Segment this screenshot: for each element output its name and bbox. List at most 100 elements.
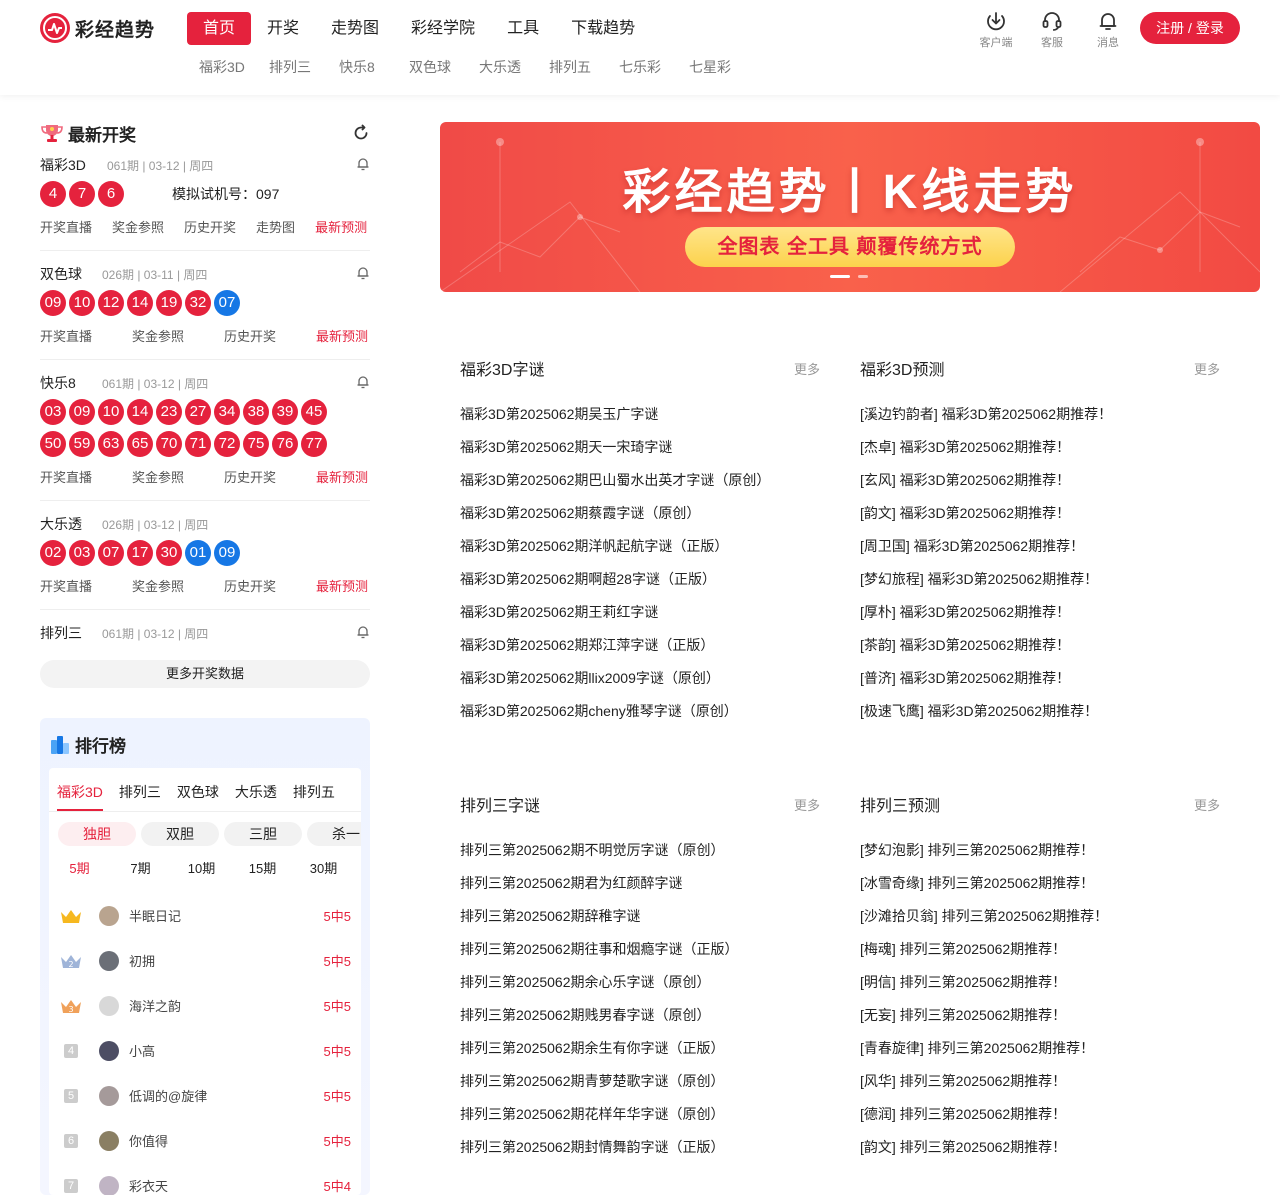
article-link[interactable]: 福彩3D第2025062期cheny雅琴字谜（原创） <box>460 695 820 728</box>
pill-kill-one[interactable]: 杀一 <box>307 822 361 846</box>
nav-trend[interactable]: 走势图 <box>315 12 395 45</box>
link-trend[interactable]: 走势图 <box>256 217 295 236</box>
login-button[interactable]: 注册 / 登录 <box>1140 12 1240 44</box>
article-link[interactable]: 排列三第2025062期往事和烟瘾字谜（正版） <box>460 933 820 966</box>
messages[interactable]: 消息 <box>1080 10 1136 50</box>
link-forecast[interactable]: 最新预测 <box>316 326 368 345</box>
link-history[interactable]: 历史开奖 <box>184 217 236 236</box>
link-history[interactable]: 历史开奖 <box>224 326 276 345</box>
rank-tab-ssq[interactable]: 双色球 <box>177 768 219 811</box>
more-link[interactable]: 更多 <box>794 359 820 378</box>
link-history[interactable]: 历史开奖 <box>224 467 276 486</box>
rank-tab-dlt[interactable]: 大乐透 <box>235 768 277 811</box>
article-link[interactable]: 排列三第2025062期余心乐字谜（原创） <box>460 966 820 999</box>
article-link[interactable]: [韵文] 排列三第2025062期推荐！ <box>860 1131 1220 1164</box>
lottery-name[interactable]: 双色球 <box>40 264 102 284</box>
carousel-dot[interactable] <box>858 275 868 278</box>
nav-tools[interactable]: 工具 <box>491 12 555 45</box>
article-link[interactable]: 排列三第2025062期贱男春字谜（原创） <box>460 999 820 1032</box>
period-7[interactable]: 7期 <box>110 858 171 877</box>
nav-download[interactable]: 下载趋势 <box>555 12 651 45</box>
article-link[interactable]: 排列三第2025062期封情舞韵字谜（正版） <box>460 1131 820 1164</box>
subnav-kl8[interactable]: 快乐8 <box>339 57 409 77</box>
bell-icon[interactable] <box>356 374 370 390</box>
article-link[interactable]: [梦幻旅程] 福彩3D第2025062期推荐！ <box>860 563 1220 596</box>
article-link[interactable]: 排列三第2025062期不明觉厉字谜（原创） <box>460 834 820 867</box>
more-link[interactable]: 更多 <box>1194 795 1220 814</box>
nav-academy[interactable]: 彩经学院 <box>395 12 491 45</box>
article-link[interactable]: [德润] 排列三第2025062期推荐！ <box>860 1098 1220 1131</box>
refresh-icon[interactable] <box>352 124 370 142</box>
article-link[interactable]: 排列三第2025062期花样年华字谜（原创） <box>460 1098 820 1131</box>
rank-tab-fc3d[interactable]: 福彩3D <box>57 768 103 811</box>
rank-row[interactable]: 半眠日记 5中5 <box>49 893 361 938</box>
link-forecast[interactable]: 最新预测 <box>316 576 368 595</box>
pill-single[interactable]: 独胆 <box>58 822 136 846</box>
article-link[interactable]: 排列三第2025062期余生有你字谜（正版） <box>460 1032 820 1065</box>
subnav-dlt[interactable]: 大乐透 <box>479 57 549 77</box>
rank-row[interactable]: 2 初拥 5中5 <box>49 938 361 983</box>
article-link[interactable]: 排列三第2025062期君为红颜醉字谜 <box>460 867 820 900</box>
article-link[interactable]: [青春旋律] 排列三第2025062期推荐！ <box>860 1032 1220 1065</box>
bell-icon[interactable] <box>356 265 370 281</box>
article-link[interactable]: 福彩3D第2025062期洋帆起航字谜（正版） <box>460 530 820 563</box>
article-link[interactable]: [茶韵] 福彩3D第2025062期推荐！ <box>860 629 1220 662</box>
link-forecast[interactable]: 最新预测 <box>316 467 368 486</box>
pill-double[interactable]: 双胆 <box>141 822 219 846</box>
article-link[interactable]: [周卫国] 福彩3D第2025062期推荐！ <box>860 530 1220 563</box>
rank-row[interactable]: 3 海洋之韵 5中5 <box>49 983 361 1028</box>
more-link[interactable]: 更多 <box>794 795 820 814</box>
article-link[interactable]: [极速飞鹰] 福彩3D第2025062期推荐！ <box>860 695 1220 728</box>
customer-service[interactable]: 客服 <box>1024 10 1080 50</box>
link-live[interactable]: 开奖直播 <box>40 326 92 345</box>
link-prize[interactable]: 奖金参照 <box>132 576 184 595</box>
link-prize[interactable]: 奖金参照 <box>112 217 164 236</box>
article-link[interactable]: 福彩3D第2025062期王莉红字谜 <box>460 596 820 629</box>
bell-icon[interactable] <box>356 624 370 640</box>
link-live[interactable]: 开奖直播 <box>40 576 92 595</box>
more-link[interactable]: 更多 <box>1194 359 1220 378</box>
article-link[interactable]: [无妄] 排列三第2025062期推荐！ <box>860 999 1220 1032</box>
article-link[interactable]: [梦幻泡影] 排列三第2025062期推荐！ <box>860 834 1220 867</box>
subnav-pl3[interactable]: 排列三 <box>269 57 339 77</box>
subnav-qlc[interactable]: 七乐彩 <box>619 57 689 77</box>
rank-row[interactable]: 5 低调的@旋律 5中5 <box>49 1073 361 1118</box>
article-link[interactable]: [普济] 福彩3D第2025062期推荐！ <box>860 662 1220 695</box>
period-5[interactable]: 5期 <box>49 858 110 877</box>
period-15[interactable]: 15期 <box>232 858 293 877</box>
bell-icon[interactable] <box>356 156 370 172</box>
nav-draw[interactable]: 开奖 <box>251 12 315 45</box>
rank-row[interactable]: 6 你值得 5中5 <box>49 1118 361 1163</box>
client-download[interactable]: 客户端 <box>968 10 1024 50</box>
rank-tab-pl3[interactable]: 排列三 <box>119 768 161 811</box>
subnav-ssq[interactable]: 双色球 <box>409 57 479 77</box>
article-link[interactable]: 排列三第2025062期辞稚字谜 <box>460 900 820 933</box>
link-forecast[interactable]: 最新预测 <box>315 217 367 236</box>
article-link[interactable]: 福彩3D第2025062期郑江萍字谜（正版） <box>460 629 820 662</box>
link-prize[interactable]: 奖金参照 <box>132 467 184 486</box>
article-link[interactable]: [溪边钓韵者] 福彩3D第2025062期推荐！ <box>860 398 1220 431</box>
article-link[interactable]: [梅魂] 排列三第2025062期推荐！ <box>860 933 1220 966</box>
article-link[interactable]: [冰雪奇缘] 排列三第2025062期推荐！ <box>860 867 1220 900</box>
article-link[interactable]: [韵文] 福彩3D第2025062期推荐！ <box>860 497 1220 530</box>
article-link[interactable]: [沙滩拾贝翁] 排列三第2025062期推荐！ <box>860 900 1220 933</box>
subnav-qxc[interactable]: 七星彩 <box>689 57 759 77</box>
nav-home[interactable]: 首页 <box>187 12 252 45</box>
article-link[interactable]: 福彩3D第2025062期巴山蜀水出英才字谜（原创） <box>460 464 820 497</box>
link-prize[interactable]: 奖金参照 <box>132 326 184 345</box>
pill-triple[interactable]: 三胆 <box>224 822 302 846</box>
link-live[interactable]: 开奖直播 <box>40 217 92 236</box>
subnav-fc3d[interactable]: 福彩3D <box>199 57 269 77</box>
lottery-name[interactable]: 大乐透 <box>40 514 102 534</box>
article-link[interactable]: 福彩3D第2025062期啊超28字谜（正版） <box>460 563 820 596</box>
lottery-name[interactable]: 福彩3D <box>40 155 102 175</box>
period-10[interactable]: 10期 <box>171 858 232 877</box>
article-link[interactable]: [厚朴] 福彩3D第2025062期推荐！ <box>860 596 1220 629</box>
article-link[interactable]: 福彩3D第2025062期蔡霞字谜（原创） <box>460 497 820 530</box>
article-link[interactable]: [明信] 排列三第2025062期推荐！ <box>860 966 1220 999</box>
article-link[interactable]: 福彩3D第2025062期llix2009字谜（原创） <box>460 662 820 695</box>
article-link[interactable]: [玄风] 福彩3D第2025062期推荐！ <box>860 464 1220 497</box>
article-link[interactable]: [杰卓] 福彩3D第2025062期推荐！ <box>860 431 1220 464</box>
period-30[interactable]: 30期 <box>293 858 354 877</box>
more-draws-button[interactable]: 更多开奖数据 <box>40 660 370 688</box>
